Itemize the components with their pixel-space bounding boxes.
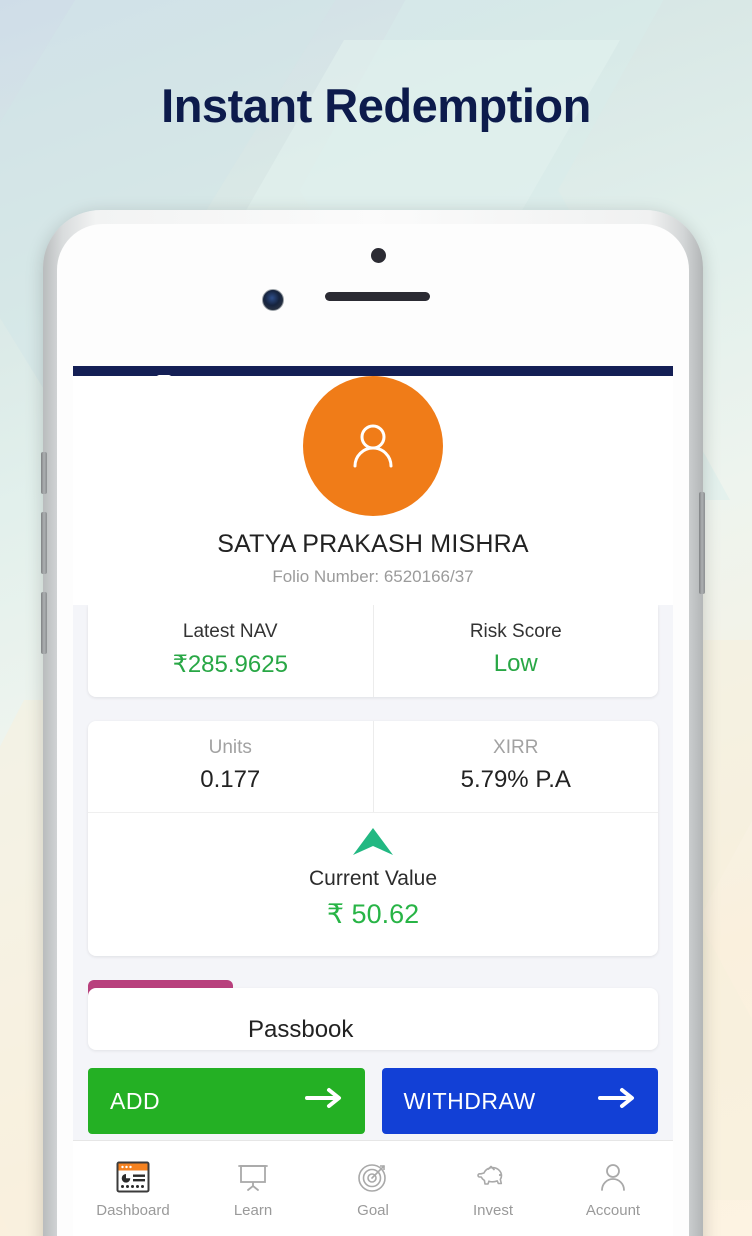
nav-label-invest: Invest	[472, 1202, 514, 1219]
profile-header: SATYA PRAKASH MISHRA Folio Number: 65201…	[73, 376, 673, 605]
latest-nav-value: ₹285.9625	[172, 651, 288, 678]
withdraw-button-label: WITHDRAW	[403, 1087, 536, 1114]
status-bar-right: 100%	[570, 375, 658, 395]
current-value-label: Current Value	[308, 867, 437, 890]
risk-score-cell: Risk Score Low	[372, 605, 659, 697]
action-buttons: ADD WITHDRAW	[88, 1068, 658, 1134]
arrow-right-icon	[304, 1087, 343, 1115]
risk-score-value: Low	[493, 650, 538, 677]
arrow-right-icon	[598, 1087, 636, 1115]
piggy-bank-icon	[476, 1158, 510, 1196]
current-value-section: Current Value ₹ 50.62	[88, 812, 658, 956]
nav-item-invest[interactable]: Invest	[433, 1158, 553, 1219]
arrow-up-icon	[353, 828, 393, 855]
folio-number: Folio Number: 6520166/37	[272, 567, 474, 586]
risk-score-label: Risk Score	[469, 621, 562, 642]
volume-down-button[interactable]	[41, 592, 47, 654]
page-title: Instant Redemption	[161, 79, 591, 132]
xirr-label: XIRR	[493, 737, 539, 758]
units-xirr-card: Units 0.177 XIRR 5.79% P.A Current Value…	[88, 721, 658, 956]
front-camera-icon	[262, 289, 284, 311]
nav-label-learn: Learn	[233, 1202, 273, 1219]
passbook-label: Passbook	[248, 1016, 354, 1043]
withdraw-button[interactable]: WITHDRAW	[381, 1068, 658, 1134]
battery-full-icon	[620, 377, 658, 393]
nav-label-goal: Goal	[357, 1202, 389, 1219]
latest-nav-label: Latest NAV	[182, 621, 278, 642]
target-dartboard-icon	[357, 1158, 389, 1196]
units-label: Units	[208, 737, 252, 758]
xirr-cell: XIRR 5.79% P.A	[372, 721, 659, 812]
person-avatar-icon	[353, 424, 393, 468]
units-cell: Units 0.177	[88, 721, 373, 812]
volume-up-button[interactable]	[41, 512, 47, 574]
nav-label-dashboard: Dashboard	[96, 1202, 170, 1219]
battery-percent-label: 100%	[570, 375, 614, 394]
current-value-amount: ₹ 50.62	[326, 899, 420, 929]
nav-item-account[interactable]: Account	[553, 1158, 673, 1219]
nav-item-goal[interactable]: Goal	[313, 1158, 433, 1219]
passbook-section[interactable]: Passbook	[88, 980, 658, 1050]
units-xirr-row: Units 0.177 XIRR 5.79% P.A	[88, 721, 658, 812]
nav-item-dashboard[interactable]: Dashboard	[73, 1158, 193, 1219]
presentation-board-icon	[237, 1158, 269, 1196]
mute-switch-button[interactable]	[41, 452, 47, 494]
latest-nav-cell: Latest NAV ₹285.9625	[88, 605, 373, 697]
nav-risk-row: Latest NAV ₹285.9625 Risk Score Low	[88, 605, 658, 697]
nav-label-account: Account	[585, 1202, 641, 1219]
units-value: 0.177	[200, 766, 261, 793]
person-icon	[597, 1158, 629, 1196]
phone-screen: 9:41 AM 100% SATYA PRAKASH MISHRA Folio …	[73, 366, 673, 1236]
power-button[interactable]	[699, 492, 705, 594]
nav-item-learn[interactable]: Learn	[193, 1158, 313, 1219]
add-button[interactable]: ADD	[88, 1068, 365, 1134]
earpiece-speaker	[325, 292, 430, 301]
profile-name: SATYA PRAKASH MISHRA	[217, 530, 529, 558]
avatar[interactable]	[303, 376, 443, 516]
proximity-sensor-icon	[371, 248, 386, 263]
passbook-card[interactable]	[88, 988, 658, 1050]
dashboard-icon	[116, 1158, 150, 1196]
bottom-navigation: Dashboard Learn Goal Invest Account	[73, 1140, 673, 1236]
xirr-value: 5.79% P.A	[460, 766, 571, 793]
add-button-label: ADD	[110, 1087, 161, 1114]
nav-risk-card: Latest NAV ₹285.9625 Risk Score Low	[88, 605, 658, 697]
